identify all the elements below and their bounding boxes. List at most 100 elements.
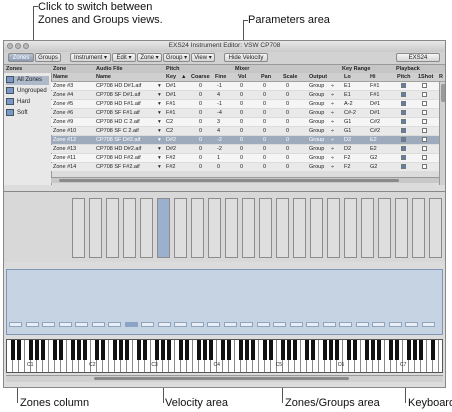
table-row[interactable]: Zone #10 CP708 SF C 2.aif C2 0 4 0 0 0 Group G1 C#…	[51, 127, 439, 135]
black-key[interactable]	[431, 340, 435, 360]
zone-cell[interactable]	[240, 322, 253, 327]
instrument-menu[interactable]: Instrument ▾	[70, 53, 111, 62]
zone-cell[interactable]	[388, 322, 402, 327]
black-key[interactable]	[395, 340, 399, 360]
black-key[interactable]	[29, 340, 33, 360]
zone-cell[interactable]	[157, 322, 171, 327]
stepper-icon[interactable]: ÷	[331, 136, 334, 144]
velocity-column[interactable]	[72, 198, 85, 258]
zone-cell[interactable]	[256, 322, 270, 327]
black-key[interactable]	[41, 340, 45, 360]
black-key[interactable]	[137, 340, 141, 360]
stepper-icon[interactable]: ÷	[331, 154, 334, 162]
zone-cell[interactable]	[339, 322, 352, 327]
scroll-thumb[interactable]	[59, 179, 399, 182]
pitch-checkbox[interactable]	[401, 83, 406, 88]
velocity-column[interactable]	[310, 198, 323, 258]
velocity-column[interactable]	[191, 198, 204, 258]
col-file[interactable]: Name	[96, 73, 111, 81]
velocity-column[interactable]	[208, 198, 221, 258]
dropdown-arrow-icon[interactable]: ▾	[158, 154, 161, 162]
black-key[interactable]	[263, 340, 267, 360]
black-key[interactable]	[125, 340, 129, 360]
table-row[interactable]: Zone #5 CP708 HD F#1.aif F#1 0 -1 0 0 0 Group A-2…	[51, 100, 439, 108]
zone-cell[interactable]	[108, 322, 121, 327]
velocity-column[interactable]	[344, 198, 357, 258]
black-key[interactable]	[419, 340, 423, 360]
velocity-column[interactable]	[259, 198, 272, 258]
group-item-ungrouped[interactable]: Ungrouped	[6, 87, 47, 96]
group-item-soft[interactable]: Soft	[6, 109, 28, 118]
black-key[interactable]	[323, 340, 327, 360]
zone-cell[interactable]	[42, 322, 55, 327]
dropdown-arrow-icon[interactable]: ▾	[158, 91, 161, 99]
dropdown-arrow-icon[interactable]: ▾	[158, 163, 161, 171]
black-key[interactable]	[143, 340, 147, 360]
velocity-column[interactable]	[89, 198, 102, 258]
zone-cell[interactable]	[355, 322, 369, 327]
table-row[interactable]: Zone #6 CP708 SF F#1.aif F#1 0 -4 0 0 0 Group C#-…	[51, 109, 439, 117]
black-key[interactable]	[245, 340, 249, 360]
oneshot-checkbox[interactable]	[422, 128, 427, 133]
velocity-column[interactable]	[378, 198, 391, 258]
black-key[interactable]	[335, 340, 339, 360]
oneshot-checkbox[interactable]	[422, 146, 427, 151]
black-key[interactable]	[293, 340, 297, 360]
dropdown-arrow-icon[interactable]: ▾	[158, 118, 161, 126]
black-key[interactable]	[305, 340, 309, 360]
scroll-thumb[interactable]	[441, 84, 445, 102]
oneshot-checkbox[interactable]	[422, 101, 427, 106]
velocity-column[interactable]	[106, 198, 119, 258]
col-oneshot[interactable]: 1Shot	[418, 73, 433, 81]
black-key[interactable]	[407, 340, 411, 360]
table-row[interactable]: Zone #9 CP708 HD C 2.aif C2 0 3 0 0 0 Group G1 C#2…	[51, 118, 439, 126]
black-key[interactable]	[185, 340, 189, 360]
pitch-checkbox[interactable]	[401, 110, 406, 115]
stepper-icon[interactable]: ÷	[331, 163, 334, 171]
zones-groups-area[interactable]	[6, 269, 443, 335]
black-key[interactable]	[35, 340, 39, 360]
black-key[interactable]	[413, 340, 417, 360]
table-row[interactable]: Zone #12 CP708 SF D#2.aif D#2 0 -2 0 0 0 Group D2…	[51, 136, 439, 144]
black-key[interactable]	[83, 340, 87, 360]
zone-cell[interactable]	[141, 322, 154, 327]
scroll-thumb[interactable]	[94, 377, 349, 380]
hide-velocity-button[interactable]: Hide Velocity	[224, 53, 268, 62]
oneshot-checkbox[interactable]	[422, 119, 427, 124]
table-row[interactable]: Zone #14 CP708 SF F#2.aif F#2 0 0 0 0 0 Group F2 G…	[51, 163, 439, 171]
black-key[interactable]	[287, 340, 291, 360]
black-key[interactable]	[311, 340, 315, 360]
col-pitch[interactable]: Pitch	[397, 73, 410, 81]
velocity-column[interactable]	[157, 198, 170, 258]
pitch-checkbox[interactable]	[401, 155, 406, 160]
stepper-icon[interactable]: ÷	[331, 145, 334, 153]
exs24-button[interactable]: EXS24	[396, 53, 440, 62]
zone-menu[interactable]: Zone ▾	[137, 53, 162, 62]
zone-cell[interactable]	[322, 322, 336, 327]
zones-view-button[interactable]: Zones	[8, 53, 34, 62]
zone-cell[interactable]	[75, 322, 88, 327]
black-key[interactable]	[239, 340, 243, 360]
oneshot-checkbox[interactable]	[422, 155, 427, 160]
black-key[interactable]	[11, 340, 15, 360]
velocity-column[interactable]	[327, 198, 340, 258]
parameters-vertical-scrollbar[interactable]	[439, 82, 445, 185]
col-fine[interactable]: Fine	[215, 73, 226, 81]
pitch-checkbox[interactable]	[401, 101, 406, 106]
stepper-icon[interactable]: ÷	[331, 100, 334, 108]
group-menu[interactable]: Group ▾	[163, 53, 190, 62]
zone-cell[interactable]	[58, 322, 72, 327]
stepper-icon[interactable]: ÷	[331, 109, 334, 117]
black-key[interactable]	[329, 340, 333, 360]
velocity-column[interactable]	[429, 198, 442, 258]
black-key[interactable]	[281, 340, 285, 360]
black-key[interactable]	[389, 340, 393, 360]
black-key[interactable]	[155, 340, 159, 360]
velocity-column[interactable]	[412, 198, 425, 258]
group-item-all-zones[interactable]: All Zones	[6, 76, 49, 85]
zone-cell[interactable]	[190, 322, 204, 327]
black-key[interactable]	[197, 340, 201, 360]
black-key[interactable]	[119, 340, 123, 360]
col-lo[interactable]: Lo	[344, 73, 351, 81]
black-key[interactable]	[17, 340, 21, 360]
